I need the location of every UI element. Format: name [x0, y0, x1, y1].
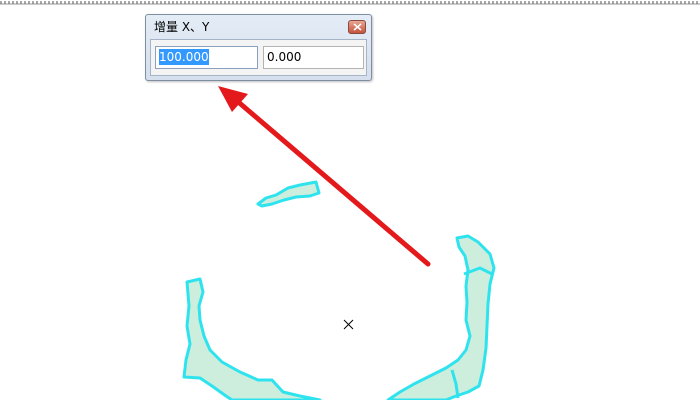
increment-xy-dialog[interactable]: 增量 X、Y 100.000 0.000 — [145, 14, 372, 81]
map-polygon-right[interactable] — [386, 234, 496, 400]
close-icon — [353, 23, 362, 31]
drawing-canvas[interactable]: 增量 X、Y 100.000 0.000 — [0, 0, 700, 400]
y-increment-input[interactable]: 0.000 — [263, 46, 364, 69]
x-increment-input[interactable]: 100.000 — [155, 46, 258, 69]
x-increment-value: 100.000 — [159, 49, 209, 65]
close-button[interactable] — [348, 20, 366, 34]
map-polygon-left[interactable] — [182, 277, 322, 400]
crosshair-cursor — [343, 319, 354, 330]
map-polygon-small[interactable] — [256, 180, 321, 208]
dialog-body: 100.000 0.000 — [150, 39, 367, 76]
dialog-title: 增量 X、Y — [154, 20, 210, 34]
y-increment-value: 0.000 — [267, 50, 302, 64]
dialog-titlebar[interactable]: 增量 X、Y — [146, 15, 371, 39]
annotation-arrow-shaft — [233, 97, 431, 267]
